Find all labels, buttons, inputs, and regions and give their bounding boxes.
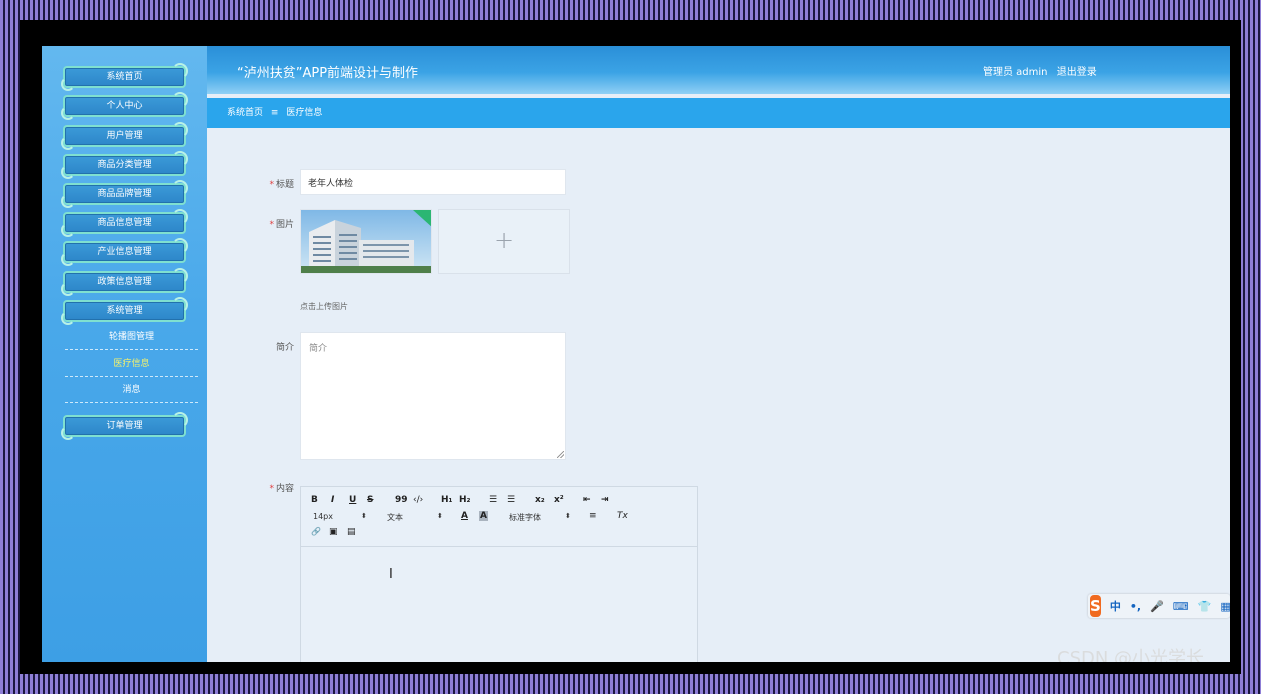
image-icon[interactable]: ▣	[329, 527, 338, 537]
clear-format-icon[interactable]: Tx	[617, 511, 628, 521]
sidebar-item-users[interactable]: 用户管理	[61, 122, 188, 150]
font-size-caret-icon: ⬍	[361, 512, 367, 520]
sidebar-item-home[interactable]: 系统首页	[61, 63, 188, 91]
editor-content-area[interactable]: I	[301, 547, 697, 662]
intro-textarea[interactable]: 简介	[300, 332, 566, 460]
superscript-button[interactable]: x²	[554, 495, 564, 505]
strike-button[interactable]: S	[367, 495, 373, 505]
image-label: * 图片	[269, 220, 294, 230]
text-cursor-icon: I	[389, 567, 393, 582]
video-icon[interactable]: ▤	[347, 527, 356, 537]
title-input[interactable]	[300, 169, 566, 195]
code-button[interactable]: ‹/›	[413, 495, 423, 505]
outdent-icon[interactable]: ⇤	[583, 495, 591, 505]
skin-icon[interactable]: 👕	[1198, 600, 1212, 613]
sidebar: 系统首页 个人中心 用户管理 商品分类管理 商品品牌管理 商品信息管理 产业信息…	[42, 46, 207, 662]
sidebar-item-profile[interactable]: 个人中心	[61, 92, 188, 120]
intro-label: 简介	[275, 343, 294, 353]
bold-button[interactable]: B	[311, 495, 318, 505]
breadcrumb-separator-icon: ≡	[270, 108, 279, 118]
microphone-icon[interactable]: 🎤	[1150, 600, 1164, 613]
sidebar-subitem-medical[interactable]: 医疗信息	[65, 351, 198, 377]
breadcrumb: 系统首页 ≡ 医疗信息	[207, 98, 1230, 128]
font-family-select[interactable]: 标准字体	[509, 512, 541, 523]
quote-button[interactable]: 99	[395, 495, 408, 505]
italic-button[interactable]: I	[331, 495, 334, 505]
editor-toolbar: B I U S 99 ‹/› H₁ H₂ ☰ ☰ x₂ x² ⇤ ⇥ 14px …	[301, 487, 697, 547]
user-role-label: 管理员 admin	[983, 67, 1048, 78]
sidebar-item-product-info[interactable]: 商品信息管理	[61, 209, 188, 237]
font-color-button[interactable]: A	[461, 511, 468, 521]
breadcrumb-home[interactable]: 系统首页	[227, 108, 263, 118]
grid-menu-icon[interactable]: ▦	[1220, 600, 1230, 613]
logout-link[interactable]: 退出登录	[1057, 67, 1097, 78]
link-icon[interactable]: 🔗	[311, 527, 321, 536]
underline-button[interactable]: U	[349, 495, 356, 505]
app-window: 系统首页 个人中心 用户管理 商品分类管理 商品品牌管理 商品信息管理 产业信息…	[42, 46, 1230, 662]
h2-button[interactable]: H₂	[459, 495, 470, 505]
align-icon[interactable]: ≡	[589, 511, 597, 521]
chinese-mode-toggle[interactable]: 中	[1110, 598, 1121, 614]
subscript-button[interactable]: x₂	[535, 495, 545, 505]
watermark: CSDN @小光学长	[1057, 648, 1205, 662]
ordered-list-icon[interactable]: ☰	[489, 495, 497, 505]
sidebar-item-policy-info[interactable]: 政策信息管理	[61, 268, 188, 296]
upload-hint: 点击上传图片	[300, 302, 348, 311]
sidebar-item-product-brand[interactable]: 商品品牌管理	[61, 180, 188, 208]
sidebar-subitem-carousel[interactable]: 轮播图管理	[65, 324, 198, 350]
content-label: * 内容	[269, 484, 294, 494]
title-label: * 标题	[269, 180, 294, 190]
keyboard-icon[interactable]: ⌨	[1173, 600, 1189, 613]
sidebar-subitem-messages[interactable]: 消息	[65, 377, 198, 403]
user-area: 管理员 admin 退出登录	[983, 63, 1103, 78]
text-format-select[interactable]: 文本	[387, 512, 403, 523]
sidebar-item-orders[interactable]: 订单管理	[61, 412, 188, 440]
intro-placeholder: 简介	[309, 344, 328, 354]
font-family-caret-icon: ⬍	[565, 512, 571, 520]
uploaded-image-thumbnail[interactable]	[300, 209, 432, 274]
plus-icon: +	[493, 226, 515, 254]
punctuation-icon[interactable]: •,	[1130, 600, 1141, 613]
h1-button[interactable]: H₁	[441, 495, 452, 505]
background-color-button[interactable]: A	[479, 511, 488, 521]
sidebar-item-system[interactable]: 系统管理	[61, 297, 188, 325]
text-format-caret-icon: ⬍	[437, 512, 443, 520]
indent-icon[interactable]: ⇥	[601, 495, 609, 505]
ime-toolbar: S 中 •, 🎤 ⌨ 👕 ▦	[1088, 594, 1230, 618]
app-title: “泸州扶贫”APP前端设计与制作	[237, 66, 419, 81]
sidebar-item-product-category[interactable]: 商品分类管理	[61, 151, 188, 179]
breadcrumb-current: 医疗信息	[286, 108, 323, 118]
sogou-logo-icon[interactable]: S	[1090, 595, 1101, 617]
font-size-select[interactable]: 14px	[313, 512, 333, 521]
bullet-list-icon[interactable]: ☰	[507, 495, 515, 505]
rich-text-editor: B I U S 99 ‹/› H₁ H₂ ☰ ☰ x₂ x² ⇤ ⇥ 14px …	[300, 486, 698, 662]
resize-handle-icon[interactable]	[557, 451, 564, 458]
image-upload-button[interactable]: +	[438, 209, 570, 274]
top-header: “泸州扶贫”APP前端设计与制作 管理员 admin 退出登录	[207, 46, 1230, 94]
sidebar-item-industry-info[interactable]: 产业信息管理	[61, 238, 188, 266]
